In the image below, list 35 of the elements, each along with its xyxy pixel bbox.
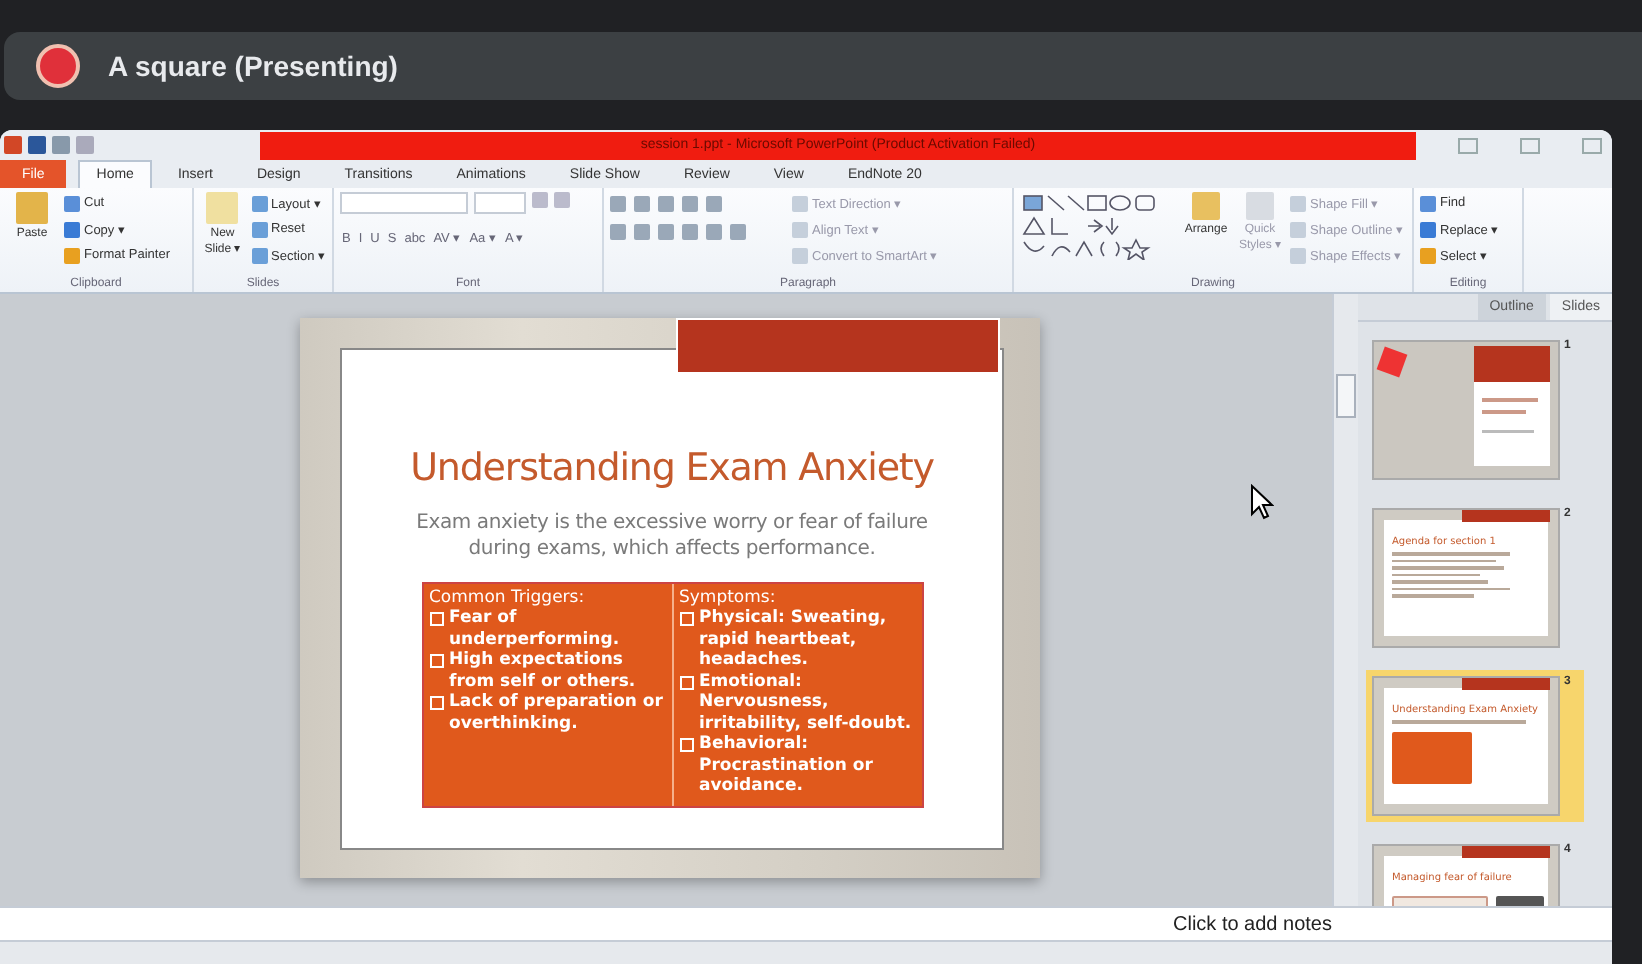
checkbox-bullet-icon: [679, 675, 693, 689]
slide-title: Understanding Exam Anxiety: [410, 446, 934, 490]
notes-field[interactable]: Click to add notes: [0, 906, 1612, 940]
checkbox-bullet-icon: [679, 612, 693, 626]
shrink-font-icon[interactable]: [554, 192, 570, 208]
font-name-field[interactable]: [340, 192, 468, 214]
bullet-text: Fear of underperforming.: [449, 608, 622, 650]
checkbox-bullet-icon: [429, 612, 443, 626]
column-heading: Common Triggers:: [429, 588, 587, 608]
column-heading: Symptoms:: [679, 588, 778, 608]
font-size-field[interactable]: [474, 192, 526, 214]
table-thumbnail-icon: [1392, 731, 1472, 783]
notes-placeholder: Click to add notes: [1173, 913, 1332, 935]
vertical-scrollbar[interactable]: [1332, 294, 1358, 906]
bullet-text: Emotional: Nervousness, irritability, self-doubt.: [699, 671, 914, 734]
horizontal-scrollbar[interactable]: [0, 940, 1612, 964]
slide-subtitle: Exam anxiety is the excessive worry or fear of failure during exams, which affects performance.: [414, 510, 930, 562]
grow-font-icon[interactable]: [532, 192, 548, 208]
avatar-icon: [36, 43, 80, 87]
bullet-text: Behavioral: Procrastination or avoidance.: [699, 734, 875, 797]
minimize-icon[interactable]: [1458, 137, 1478, 153]
checkbox-bullet-icon: [679, 738, 693, 752]
bullet-text: Physical: Sweating, rapid heartbeat, headaches.: [699, 608, 889, 671]
maximize-icon[interactable]: [1520, 137, 1540, 153]
presenter-title: A square (Presenting): [108, 49, 398, 81]
checkbox-bullet-icon: [429, 696, 443, 710]
mouse-pointer-icon: [1250, 484, 1274, 520]
undo-icon[interactable]: [52, 136, 70, 154]
save-icon[interactable]: [28, 136, 46, 154]
bullet-text: High expectations from self or others.: [449, 650, 638, 692]
app-icon: [4, 136, 22, 154]
redo-icon[interactable]: [76, 136, 94, 154]
close-icon[interactable]: [1582, 137, 1602, 153]
bullet-text: Lack of preparation or overthinking.: [449, 692, 665, 734]
checkbox-bullet-icon: [429, 654, 443, 668]
